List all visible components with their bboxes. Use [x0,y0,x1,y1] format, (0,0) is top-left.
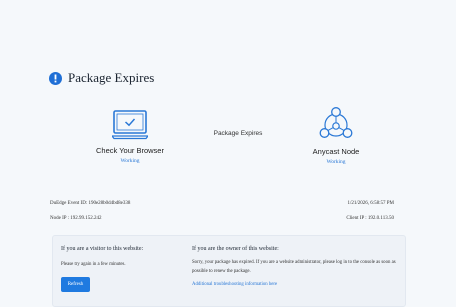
node-status-label: Anycast Node [312,147,360,156]
browser-check-icon [112,110,148,140]
page-title: Package Expires [68,70,155,85]
node-ip: Node IP : 192.99.152.242 [50,216,102,221]
visitor-text: Please try again in a few minutes. [61,262,126,267]
owner-section: If you are the owner of this website: So… [192,246,397,287]
client-ip: Client IP : 192.0.113.50 [346,216,394,221]
info-panel: If you are a visitor to this website: Pl… [52,235,406,307]
browser-status-label: Check Your Browser [96,146,164,155]
node-status: Anycast Node Working [276,106,396,165]
visitor-heading: If you are a visitor to this website: [61,246,144,252]
node-status-state: Working [326,159,346,165]
alert-icon [49,71,62,85]
browser-status: Check Your Browser Working [70,109,190,164]
connection-status-label: Package Expires [213,130,263,137]
browser-status-state: Working [120,158,140,164]
refresh-button[interactable]: Refresh [61,277,90,292]
owner-heading: If you are the owner of this website: [192,246,279,252]
owner-text: Sorry, your package has expired. If you … [192,260,396,274]
network-node-icon [319,107,353,138]
troubleshooting-link[interactable]: Additional troubleshooting information h… [192,282,397,287]
timestamp: 1/21/2026, 6:58:57 PM [347,201,394,206]
event-id: DuEdge Event ID: 190e28b0d4bd8e338 [50,201,131,206]
page-header: Package Expires [49,70,154,86]
visitor-section: If you are a visitor to this website: Pl… [61,246,176,269]
